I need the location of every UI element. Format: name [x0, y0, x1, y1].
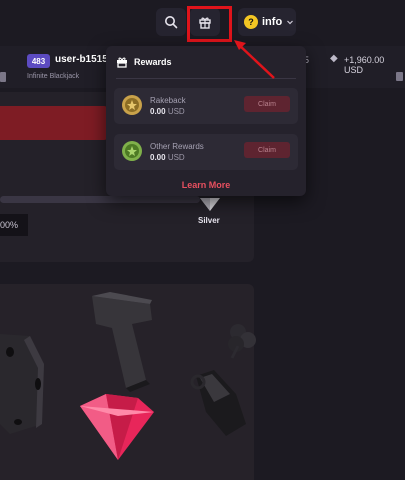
learn-more-link[interactable]: Learn More: [106, 180, 306, 190]
vip-progress-bar: [0, 196, 200, 203]
search-button[interactable]: [156, 8, 186, 36]
gem-icon: [80, 394, 154, 460]
ticker-username[interactable]: user-b15155: [55, 54, 113, 65]
claim-button[interactable]: Claim: [244, 142, 290, 158]
clover-icon: [228, 324, 256, 359]
dice-icon: [0, 334, 44, 434]
tier-label: Silver: [198, 216, 220, 225]
search-icon: [165, 16, 178, 29]
game-thumb-icon: [0, 72, 6, 82]
divider: [116, 78, 296, 79]
medal-icon: [122, 141, 142, 161]
progress-percent: 00%: [0, 214, 28, 236]
reward-amount: 0.00 USD: [150, 153, 185, 162]
casino-art-illustration: [0, 292, 256, 460]
reward-amount: 0.00 USD: [150, 107, 185, 116]
info-label: info: [262, 16, 283, 28]
reward-card-rakeback: Rakeback 0.00 USD Claim: [114, 88, 298, 124]
game-thumb-icon: [396, 72, 403, 81]
claim-button[interactable]: Claim: [244, 96, 290, 112]
rewards-header: Rewards: [116, 56, 172, 68]
ticker-game[interactable]: Infinite Blackjack: [27, 73, 79, 80]
medal-icon: [122, 95, 142, 115]
bell-icon: [190, 370, 246, 436]
silver-tier-icon: [200, 198, 220, 211]
reward-card-other: Other Rewards 0.00 USD Claim: [114, 134, 298, 170]
info-menu-button[interactable]: ? info: [238, 8, 296, 36]
seven-icon: [92, 292, 152, 392]
ethereum-icon: ◆: [330, 53, 338, 64]
chevron-down-icon: [287, 20, 294, 25]
rewards-dropdown: Rewards Rakeback 0.00 USD Claim Other Re…: [106, 46, 306, 196]
reward-name: Rakeback: [150, 96, 186, 105]
rewards-title: Rewards: [134, 57, 172, 67]
promo-banner[interactable]: [0, 106, 108, 140]
reward-name: Other Rewards: [150, 142, 204, 151]
highlight-box: [187, 6, 232, 42]
level-badge: 483: [27, 54, 50, 68]
help-icon: ?: [244, 15, 258, 29]
gift-icon: [117, 57, 127, 68]
